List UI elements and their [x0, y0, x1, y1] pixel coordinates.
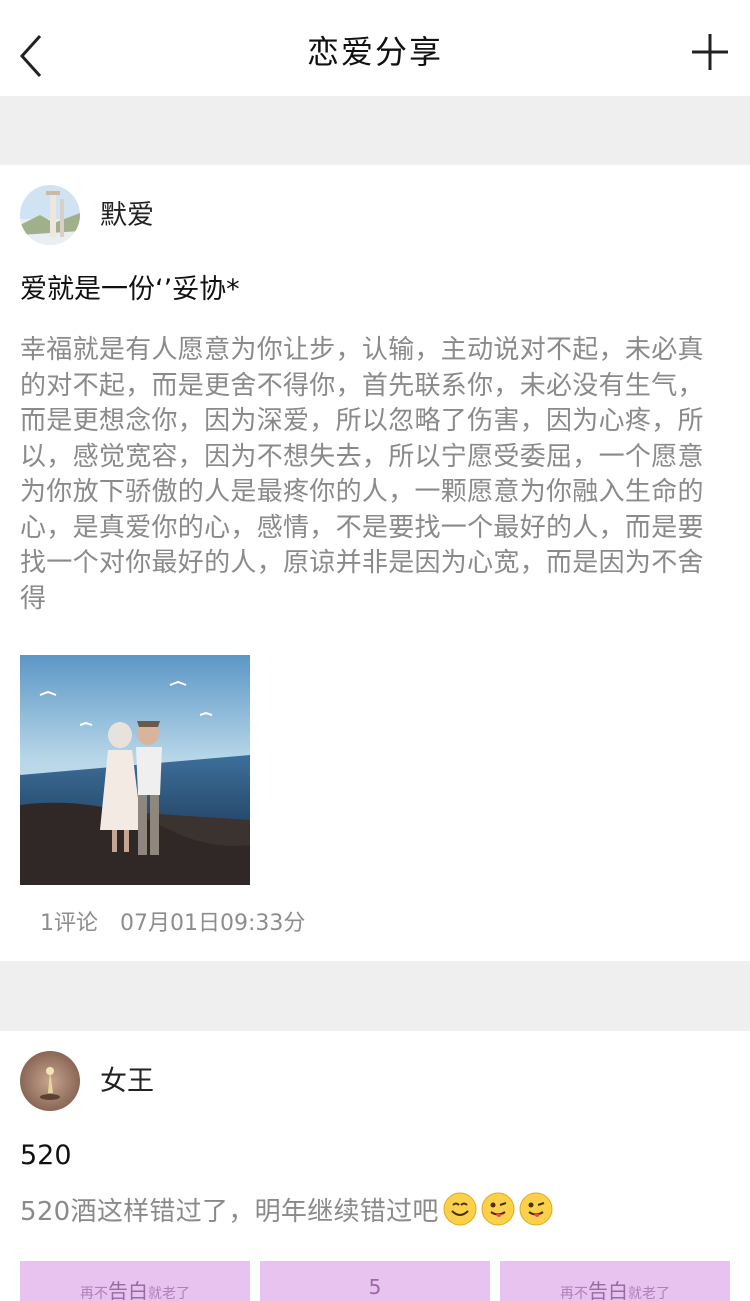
post-image[interactable] [20, 655, 250, 885]
comment-count[interactable]: 1评论 [40, 911, 98, 936]
wink-tongue-emoji-icon [481, 1192, 515, 1226]
post-title: 爱就是一份‘’妥协* [20, 274, 240, 305]
post-image-thumb[interactable]: 再不告白就老了 [500, 1261, 730, 1301]
add-post-button[interactable] [688, 30, 732, 74]
thumb-caption: 5 [368, 1275, 382, 1299]
plus-icon [692, 34, 728, 70]
post-image-thumb[interactable]: 5 [260, 1261, 490, 1301]
post-image-grid: 再不告白就老了 5 再不告白就老了 [20, 1261, 730, 1301]
post-title: 520 [20, 1140, 72, 1171]
author-name[interactable]: 默爱 [100, 196, 154, 236]
post-image-thumb[interactable]: 再不告白就老了 [20, 1261, 250, 1301]
section-separator [0, 96, 750, 165]
post-card[interactable]: 默爱 爱就是一份‘’妥协* 幸福就是有人愿意为你让步，认输，主动说对不起，未必真… [0, 165, 750, 961]
thumb-caption: 再不告白就老了 [80, 1279, 190, 1301]
post-card[interactable]: 女王 520 520酒这样错过了，明年继续错过吧 再不告白就老了 5 再不告白就… [0, 1031, 750, 1301]
wink-tongue-emoji-icon [519, 1192, 553, 1226]
thumb-caption: 再不告白就老了 [560, 1279, 670, 1301]
avatar[interactable] [20, 1051, 80, 1111]
post-body-text: 520酒这样错过了，明年继续错过吧 [20, 1197, 439, 1227]
post-body: 幸福就是有人愿意为你让步，认输，主动说对不起，未必真的对不起，而是更舍不得你，首… [20, 335, 704, 614]
navigation-bar: 恋爱分享 [0, 0, 750, 96]
post-meta: 1评论 07月01日09:33分 [40, 907, 305, 941]
section-separator [0, 961, 750, 1031]
smile-emoji-icon [443, 1192, 477, 1226]
post-body: 520酒这样错过了，明年继续错过吧 [20, 1192, 730, 1231]
author-name[interactable]: 女王 [100, 1062, 154, 1102]
avatar[interactable] [20, 185, 80, 245]
page-title: 恋爱分享 [306, 33, 443, 71]
post-date: 07月01日09:33分 [120, 911, 306, 936]
